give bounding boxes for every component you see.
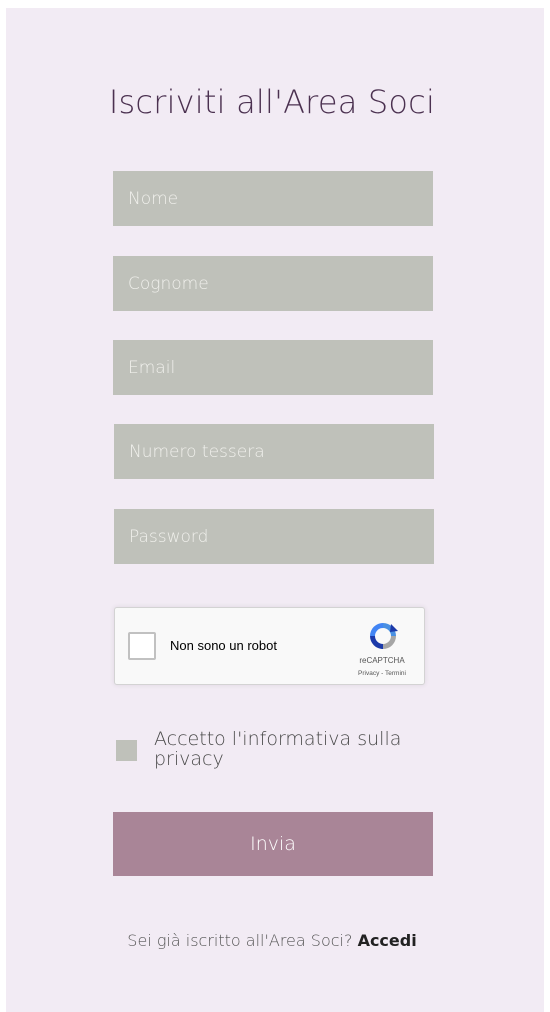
login-link[interactable]: Accedi — [358, 931, 417, 950]
password-input[interactable] — [114, 509, 434, 564]
recaptcha-logo-icon — [370, 623, 398, 649]
recaptcha-widget: Non sono un robot reCAPTCHA Privacy - Te… — [114, 607, 425, 685]
submit-button[interactable]: Invia — [113, 812, 433, 876]
login-prompt-text: Sei già iscritto all'Area Soci? — [127, 931, 353, 950]
recaptcha-label: Non sono un robot — [170, 638, 277, 653]
page-title: Iscriviti all'Area Soci — [108, 83, 436, 121]
membership-number-input[interactable] — [114, 424, 434, 479]
login-prompt: Sei già iscritto all'Area Soci? Accedi — [0, 931, 544, 950]
first-name-input[interactable] — [113, 171, 433, 226]
email-input[interactable] — [113, 340, 433, 395]
last-name-input[interactable] — [113, 256, 433, 311]
privacy-consent-checkbox[interactable] — [116, 740, 137, 761]
recaptcha-terms-link[interactable]: Privacy - Termini — [340, 670, 424, 677]
privacy-consent-label: Accetto l'informativa sulla privacy — [154, 728, 402, 770]
recaptcha-brand: reCAPTCHA — [359, 656, 405, 665]
recaptcha-checkbox[interactable] — [128, 632, 156, 660]
